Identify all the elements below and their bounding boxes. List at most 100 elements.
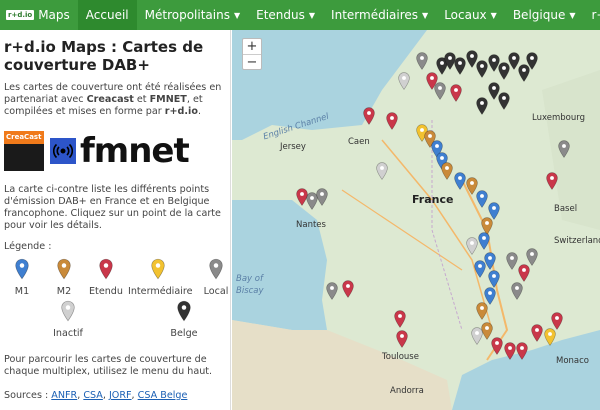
- map-marker-icon: [15, 258, 29, 284]
- nav-etendus[interactable]: Etendus ▼: [248, 0, 323, 30]
- legend-item-inactif: Inactif: [38, 300, 98, 339]
- intro-rdio: r+d.io: [164, 106, 198, 117]
- map-marker-m1[interactable]: [488, 270, 500, 288]
- intro-part: et: [133, 94, 150, 105]
- caret-down-icon: ▼: [490, 10, 497, 20]
- zoom-in-button[interactable]: +: [243, 39, 261, 54]
- legend-label: Intermédiaire: [128, 286, 193, 297]
- source-link-csa[interactable]: CSA: [83, 390, 103, 401]
- legend-item-intermédiaire: Intermédiaire: [128, 258, 193, 297]
- map-marker-inactif[interactable]: [471, 327, 483, 345]
- map-label-andorra: Andorra: [390, 386, 424, 396]
- intro-creacast: Creacast: [86, 94, 134, 105]
- map-label-luxembourg: Luxembourg: [532, 113, 585, 123]
- sources-label: Sources :: [4, 390, 52, 401]
- map-label-toulouse: Toulouse: [382, 352, 419, 362]
- map-marker-etendu[interactable]: [296, 188, 308, 206]
- map-marker-belge[interactable]: [498, 92, 510, 110]
- nav-locaux[interactable]: Locaux ▼: [436, 0, 505, 30]
- map-marker-local[interactable]: [306, 192, 318, 210]
- nav-intermediaires[interactable]: Intermédiaires ▼: [323, 0, 436, 30]
- map-marker-local[interactable]: [434, 82, 446, 100]
- map-marker-local[interactable]: [326, 282, 338, 300]
- page-title: r+d.io Maps : Cartes de couverture DAB+: [4, 38, 204, 74]
- map-marker-m2[interactable]: [441, 162, 453, 180]
- map-marker-m1[interactable]: [488, 202, 500, 220]
- nav-belgique-label: Belgique: [512, 8, 566, 22]
- caret-down-icon: ▼: [569, 10, 576, 20]
- map-marker-belge[interactable]: [498, 62, 510, 80]
- map-marker-local[interactable]: [526, 248, 538, 266]
- map-marker-icon: [151, 258, 165, 284]
- legend-label: Inactif: [53, 328, 83, 339]
- nav-rdio[interactable]: r+d.io: [584, 0, 600, 30]
- map-marker-belge[interactable]: [454, 57, 466, 75]
- map-marker-icon: [61, 300, 75, 326]
- brand-logo: r+d.io: [6, 10, 35, 20]
- map-marker-inactif[interactable]: [376, 162, 388, 180]
- map-marker-local[interactable]: [316, 188, 328, 206]
- nav-accueil[interactable]: Accueil: [77, 0, 137, 30]
- map-marker-belge[interactable]: [518, 64, 530, 82]
- map-marker-etendu[interactable]: [518, 264, 530, 282]
- nav-metropolitains[interactable]: Métropolitains ▼: [137, 0, 249, 30]
- caret-down-icon: ▼: [308, 10, 316, 20]
- map-marker-icon: [209, 258, 223, 284]
- creacast-logo: CreaCast: [4, 131, 44, 171]
- source-link-anfr[interactable]: ANFR: [51, 390, 77, 401]
- map-marker-belge[interactable]: [476, 97, 488, 115]
- map-label-bay-of: Bay of: [236, 274, 263, 284]
- nav-belgique[interactable]: Belgique ▼: [505, 0, 584, 30]
- brand-name: Maps: [38, 8, 70, 22]
- map-marker-m2[interactable]: [476, 302, 488, 320]
- map-marker-etendu[interactable]: [546, 172, 558, 190]
- description-text: La carte ci-contre liste les différents …: [4, 184, 221, 231]
- nav-accueil-label: Accueil: [85, 8, 129, 22]
- map-marker-etendu[interactable]: [450, 84, 462, 102]
- legend-label: Local: [203, 286, 229, 297]
- partner-logos: CreaCast fmnet: [4, 130, 226, 172]
- map-label-nantes: Nantes: [296, 220, 326, 230]
- map-label-jersey: Jersey: [280, 142, 306, 152]
- map-marker-belge[interactable]: [488, 54, 500, 72]
- map-marker-m1[interactable]: [478, 232, 490, 250]
- map-marker-inactif[interactable]: [398, 72, 410, 90]
- map-marker-m1[interactable]: [476, 190, 488, 208]
- map-label-switzerland: Switzerland: [554, 236, 600, 246]
- map-marker-m2[interactable]: [481, 217, 493, 235]
- map-marker-m1[interactable]: [454, 172, 466, 190]
- map-marker-etendu[interactable]: [396, 330, 408, 348]
- map-label-biscay: Biscay: [236, 286, 264, 296]
- fmnet-logo: fmnet: [80, 131, 190, 171]
- map-marker-inactif[interactable]: [466, 237, 478, 255]
- map-marker-m2[interactable]: [481, 322, 493, 340]
- sidebar: r+d.io Maps : Cartes de couverture DAB+ …: [0, 30, 231, 410]
- nav-intermediaires-label: Intermédiaires: [331, 8, 419, 22]
- map-marker-etendu[interactable]: [531, 324, 543, 342]
- map-marker-m1[interactable]: [484, 287, 496, 305]
- map[interactable]: English Channel Bay of Biscay France Lux…: [232, 30, 600, 410]
- map-marker-local[interactable]: [416, 52, 428, 70]
- map-marker-etendu[interactable]: [363, 107, 375, 125]
- intro-text: Les cartes de couverture ont été réalisé…: [4, 82, 226, 118]
- map-marker-etendu[interactable]: [551, 312, 563, 330]
- legend-item-belge: Belge: [154, 300, 214, 339]
- map-marker-belge[interactable]: [476, 60, 488, 78]
- map-marker-local[interactable]: [511, 282, 523, 300]
- map-marker-etendu[interactable]: [342, 280, 354, 298]
- map-marker-belge[interactable]: [508, 52, 520, 70]
- map-marker-belge[interactable]: [488, 82, 500, 100]
- map-marker-etendu[interactable]: [394, 310, 406, 328]
- source-link-jorf[interactable]: JORF: [109, 390, 132, 401]
- map-marker-local[interactable]: [506, 252, 518, 270]
- map-label-caen: Caen: [348, 137, 370, 147]
- map-marker-etendu[interactable]: [386, 112, 398, 130]
- zoom-control: + −: [242, 38, 262, 70]
- brand-link[interactable]: r+d.io Maps: [0, 0, 78, 30]
- legend-title: Légende :: [4, 241, 52, 252]
- zoom-out-button[interactable]: −: [243, 54, 261, 70]
- nav-metropolitains-label: Métropolitains: [144, 8, 230, 22]
- map-marker-belge[interactable]: [466, 50, 478, 68]
- source-link-csa-belge[interactable]: CSA Belge: [138, 390, 188, 401]
- footer-text: Pour parcourir les cartes de couverture …: [4, 354, 213, 377]
